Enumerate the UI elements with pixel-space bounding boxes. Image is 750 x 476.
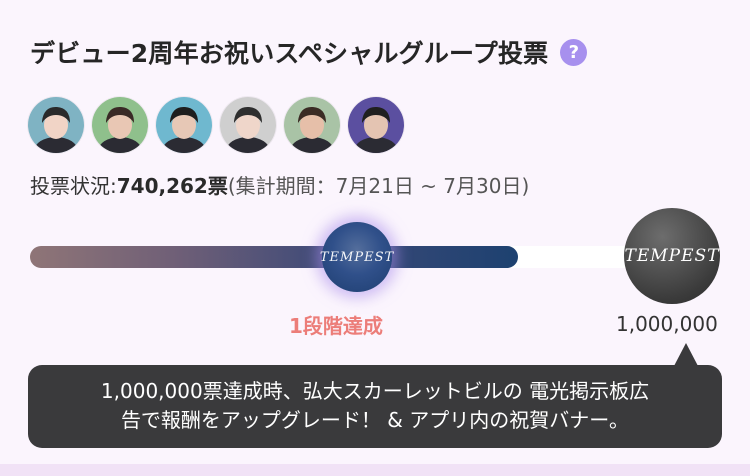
question-icon[interactable]: ? bbox=[560, 38, 588, 66]
progress-fill bbox=[30, 246, 519, 268]
avatar[interactable] bbox=[284, 97, 340, 153]
stage-achieved-label: 1段階達成 bbox=[289, 314, 383, 338]
avatar[interactable] bbox=[220, 97, 276, 153]
vote-status-label: 投票状況: bbox=[30, 174, 117, 198]
avatar[interactable] bbox=[28, 97, 84, 153]
avatar[interactable] bbox=[92, 97, 148, 153]
group-logo: TEMPEST bbox=[624, 246, 720, 266]
group-logo: TEMPEST bbox=[319, 249, 395, 265]
avatar[interactable] bbox=[348, 97, 404, 153]
tooltip-line-2: 告で報酬をアップグレード！ & アプリ内の祝賀バナー。 bbox=[120, 408, 630, 432]
page-title: デビュー2周年お祝いスペシャルグループ投票 bbox=[30, 39, 549, 68]
avatar[interactable] bbox=[156, 97, 212, 153]
tooltip-arrow bbox=[674, 343, 698, 366]
avatar-list bbox=[28, 97, 404, 153]
milestone-1-badge[interactable]: TEMPEST bbox=[319, 222, 395, 292]
goal-label: 1,000,000 bbox=[616, 312, 718, 336]
title-row: デビュー2周年お祝いスペシャルグループ投票 ? bbox=[30, 34, 588, 70]
vote-period: (集計期間：7月21日 ~ 7月30日) bbox=[227, 174, 530, 198]
vote-card: デビュー2周年お祝いスペシャルグループ投票 ? 投票状況: 740,262票 (… bbox=[0, 0, 750, 464]
tooltip-line-1: 1,000,000票達成時、弘大スカーレットビルの 電光掲示板広 bbox=[100, 379, 650, 403]
bottom-divider bbox=[0, 464, 750, 476]
vote-status: 投票状況: 740,262票 (集計期間：7月21日 ~ 7月30日) bbox=[30, 170, 529, 199]
reward-tooltip: 1,000,000票達成時、弘大スカーレットビルの 電光掲示板広 告で報酬をアッ… bbox=[28, 365, 722, 448]
milestone-2-badge[interactable]: TEMPEST bbox=[624, 208, 720, 304]
vote-count: 740,262票 bbox=[116, 174, 228, 198]
